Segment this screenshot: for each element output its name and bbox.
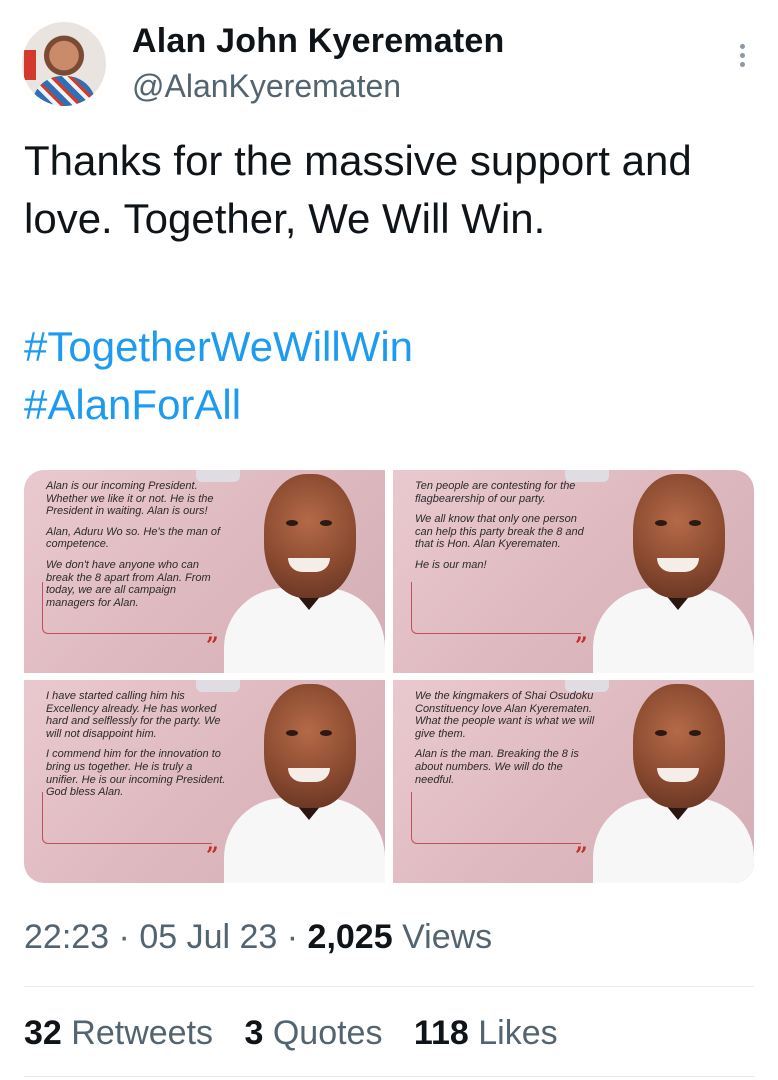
quote-paragraph: Alan is our incoming President. Whether … [46, 480, 214, 518]
meta-separator: · [109, 918, 140, 956]
avatar-shirt [32, 76, 96, 106]
quote-frame [411, 792, 581, 844]
hashtags: #TogetherWeWillWin #AlanForAll [24, 318, 413, 434]
quote-text: Ten people are contesting for the flagbe… [415, 480, 595, 580]
quotes-label: Quotes [272, 1014, 383, 1052]
quotes-stat[interactable]: 3 Quotes [244, 1014, 382, 1052]
tweet-text: Thanks for the massive support and love.… [24, 137, 692, 242]
media-image-3[interactable]: I have started calling him his Excellenc… [24, 680, 385, 883]
quote-frame [42, 582, 212, 634]
views-count: 2,025 [307, 918, 393, 956]
media-image-2[interactable]: Ten people are contesting for the flagbe… [393, 470, 754, 673]
media-grid: Alan is our incoming President. Whether … [24, 470, 754, 883]
portrait [224, 680, 385, 883]
portrait [593, 680, 754, 883]
tweet-meta: 22:23 · 05 Jul 23 · 2,025 Views [24, 918, 492, 957]
quote-paragraph: Alan, Aduru Wo so. He's the man of compe… [46, 525, 221, 551]
media-image-4[interactable]: We the kingmakers of Shai Osudoku Consti… [393, 680, 754, 883]
quote-paragraph: We all know that only one person can hel… [415, 513, 584, 551]
divider [24, 986, 754, 987]
likes-stat[interactable]: 118 Likes [414, 1014, 558, 1052]
likes-count: 118 [413, 1014, 469, 1052]
quote-text: We the kingmakers of Shai Osudoku Consti… [415, 690, 595, 794]
more-options-icon[interactable] [732, 40, 752, 80]
media-image-1[interactable]: Alan is our incoming President. Whether … [24, 470, 385, 673]
flag-graphic [24, 50, 36, 80]
views-label: Views [402, 918, 493, 956]
tweet-date[interactable]: 05 Jul 23 [139, 918, 277, 956]
likes-label: Likes [478, 1014, 558, 1052]
tweet-header: Alan John Kyerematen @AlanKyerematen [22, 22, 756, 108]
retweets-label: Retweets [71, 1014, 214, 1052]
retweets-stat[interactable]: 32 Retweets [24, 1014, 213, 1052]
hashtag-link[interactable]: #TogetherWeWillWin [24, 318, 413, 376]
avatar[interactable] [22, 22, 106, 106]
quote-mark-icon: ” [575, 633, 588, 659]
quote-paragraph: Ten people are contesting for the flagbe… [415, 480, 576, 505]
quote-mark-icon: ” [206, 633, 219, 659]
display-name[interactable]: Alan John Kyerematen [132, 22, 504, 61]
quote-paragraph: He is our man! [415, 558, 487, 571]
retweets-count: 32 [24, 1014, 62, 1052]
tweet-time[interactable]: 22:23 [24, 918, 109, 956]
engagement-stats: 32 Retweets 3 Quotes 118 Likes [24, 1014, 580, 1053]
quote-mark-icon: ” [206, 843, 219, 869]
meta-separator: · [277, 918, 308, 956]
divider [24, 1076, 754, 1077]
quote-paragraph: Alan is the man. Breaking the 8 is about… [415, 748, 579, 786]
quote-paragraph: I have started calling him his Excellenc… [46, 690, 221, 740]
user-handle[interactable]: @AlanKyerematen [132, 68, 401, 105]
quote-paragraph: We the kingmakers of Shai Osudoku Consti… [415, 690, 595, 740]
quote-frame [411, 582, 581, 634]
hashtag-link[interactable]: #AlanForAll [24, 376, 413, 434]
quote-mark-icon: ” [575, 843, 588, 869]
portrait [593, 470, 754, 673]
quotes-count: 3 [244, 1014, 264, 1052]
portrait [224, 470, 385, 673]
quote-text: I have started calling him his Excellenc… [46, 690, 226, 807]
quote-frame [42, 792, 212, 844]
